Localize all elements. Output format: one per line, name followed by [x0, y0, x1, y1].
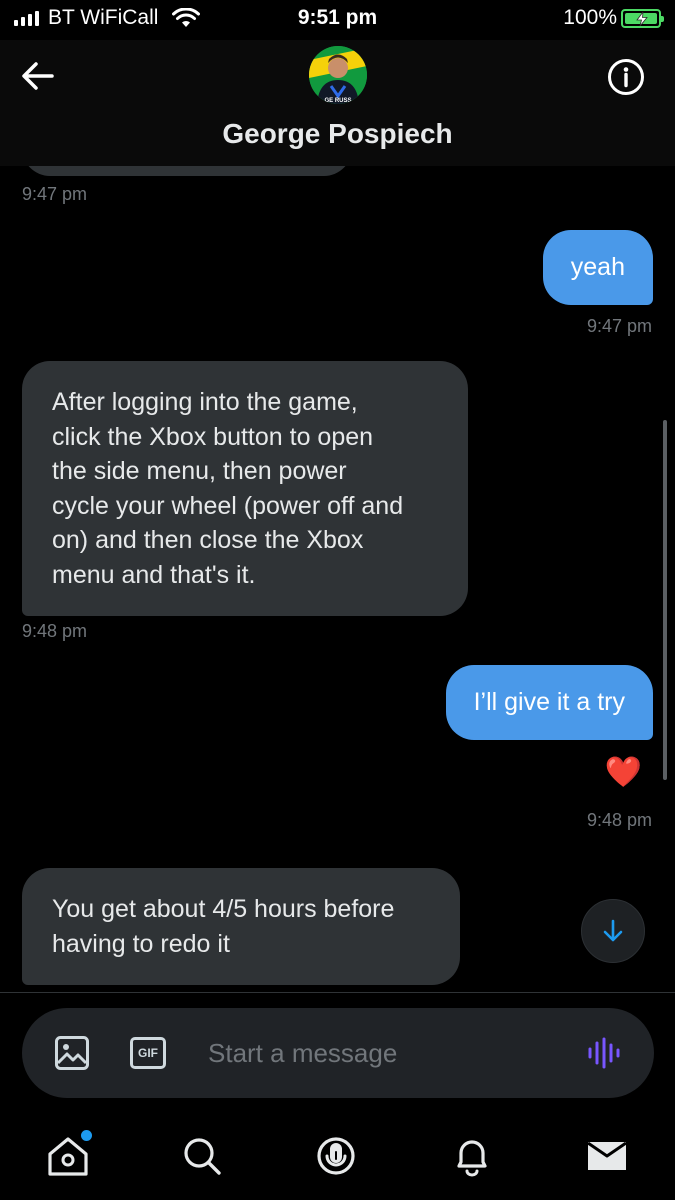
nav-spaces[interactable]	[314, 1134, 358, 1178]
nav-home[interactable]	[46, 1130, 92, 1178]
voice-message-icon[interactable]	[586, 1035, 622, 1071]
contact-name[interactable]: George Pospiech	[0, 118, 675, 150]
nav-messages[interactable]	[585, 1134, 629, 1178]
message-composer: GIF	[22, 1008, 654, 1098]
message-text-line: the side menu, then power	[52, 457, 347, 485]
nav-search[interactable]	[180, 1134, 224, 1178]
message-text-line: cycle your wheel (power off and	[52, 491, 404, 520]
status-bar: BT WiFiCall 9:51 pm 100%	[0, 0, 675, 40]
scroll-to-bottom-button[interactable]	[581, 899, 645, 963]
battery-percentage: 100%	[563, 6, 617, 29]
message-timestamp: 9:48 pm	[586, 810, 652, 830]
messages-icon	[587, 1141, 627, 1170]
message-text-line: You get about 4/5 hours before	[52, 895, 395, 923]
spaces-icon	[317, 1137, 355, 1175]
message-bubble-incoming[interactable]: You get about 4/5 hours before having to…	[22, 868, 460, 985]
message-text: yeah	[570, 253, 625, 281]
conversation-header: GE RUSS George Pospiech	[0, 40, 675, 166]
message-text-line: having to redo it	[52, 929, 230, 958]
message-bubble-incoming[interactable]: After logging into the game, click the X…	[22, 361, 468, 616]
message-text-line: click the Xbox button to open	[52, 422, 374, 451]
avatar-image: GE RUSS	[309, 46, 367, 104]
image-icon[interactable]	[54, 1035, 90, 1071]
message-bubble-incoming[interactable]	[22, 166, 352, 176]
gif-button[interactable]: GIF	[130, 1037, 166, 1069]
message-text-line: menu and that's it.	[52, 560, 256, 589]
message-timestamp: 9:48 pm	[22, 621, 88, 641]
message-timestamp: 9:47 pm	[22, 184, 88, 204]
back-arrow-icon[interactable]	[18, 58, 58, 94]
message-text: I’ll give it a try	[473, 688, 625, 716]
info-icon[interactable]	[607, 58, 645, 96]
message-bubble-outgoing[interactable]: I’ll give it a try	[445, 665, 653, 740]
charging-bolt-icon	[636, 12, 648, 26]
home-icon	[48, 1137, 88, 1176]
message-list[interactable]: 9:47 pm yeah 9:47 pm After logging into …	[0, 166, 675, 992]
heart-reaction-icon[interactable]: ❤️	[605, 756, 642, 790]
arrow-down-icon	[603, 919, 623, 942]
notifications-icon	[457, 1140, 487, 1177]
message-timestamp: 9:47 pm	[586, 316, 652, 336]
message-bubble-outgoing[interactable]: yeah	[542, 230, 653, 305]
divider	[0, 992, 675, 993]
message-input[interactable]	[208, 1032, 568, 1074]
message-text-line: After logging into the game,	[52, 388, 358, 416]
svg-text:GE RUSS: GE RUSS	[324, 98, 351, 104]
battery-icon	[621, 9, 664, 28]
avatar[interactable]: GE RUSS	[309, 46, 367, 104]
notification-dot	[81, 1130, 92, 1141]
message-text-line: on) and then close the Xbox	[52, 526, 364, 554]
nav-notifications[interactable]	[450, 1134, 494, 1178]
bottom-navigation	[0, 1110, 675, 1200]
scrollbar[interactable]	[663, 420, 667, 780]
search-icon	[184, 1138, 221, 1175]
